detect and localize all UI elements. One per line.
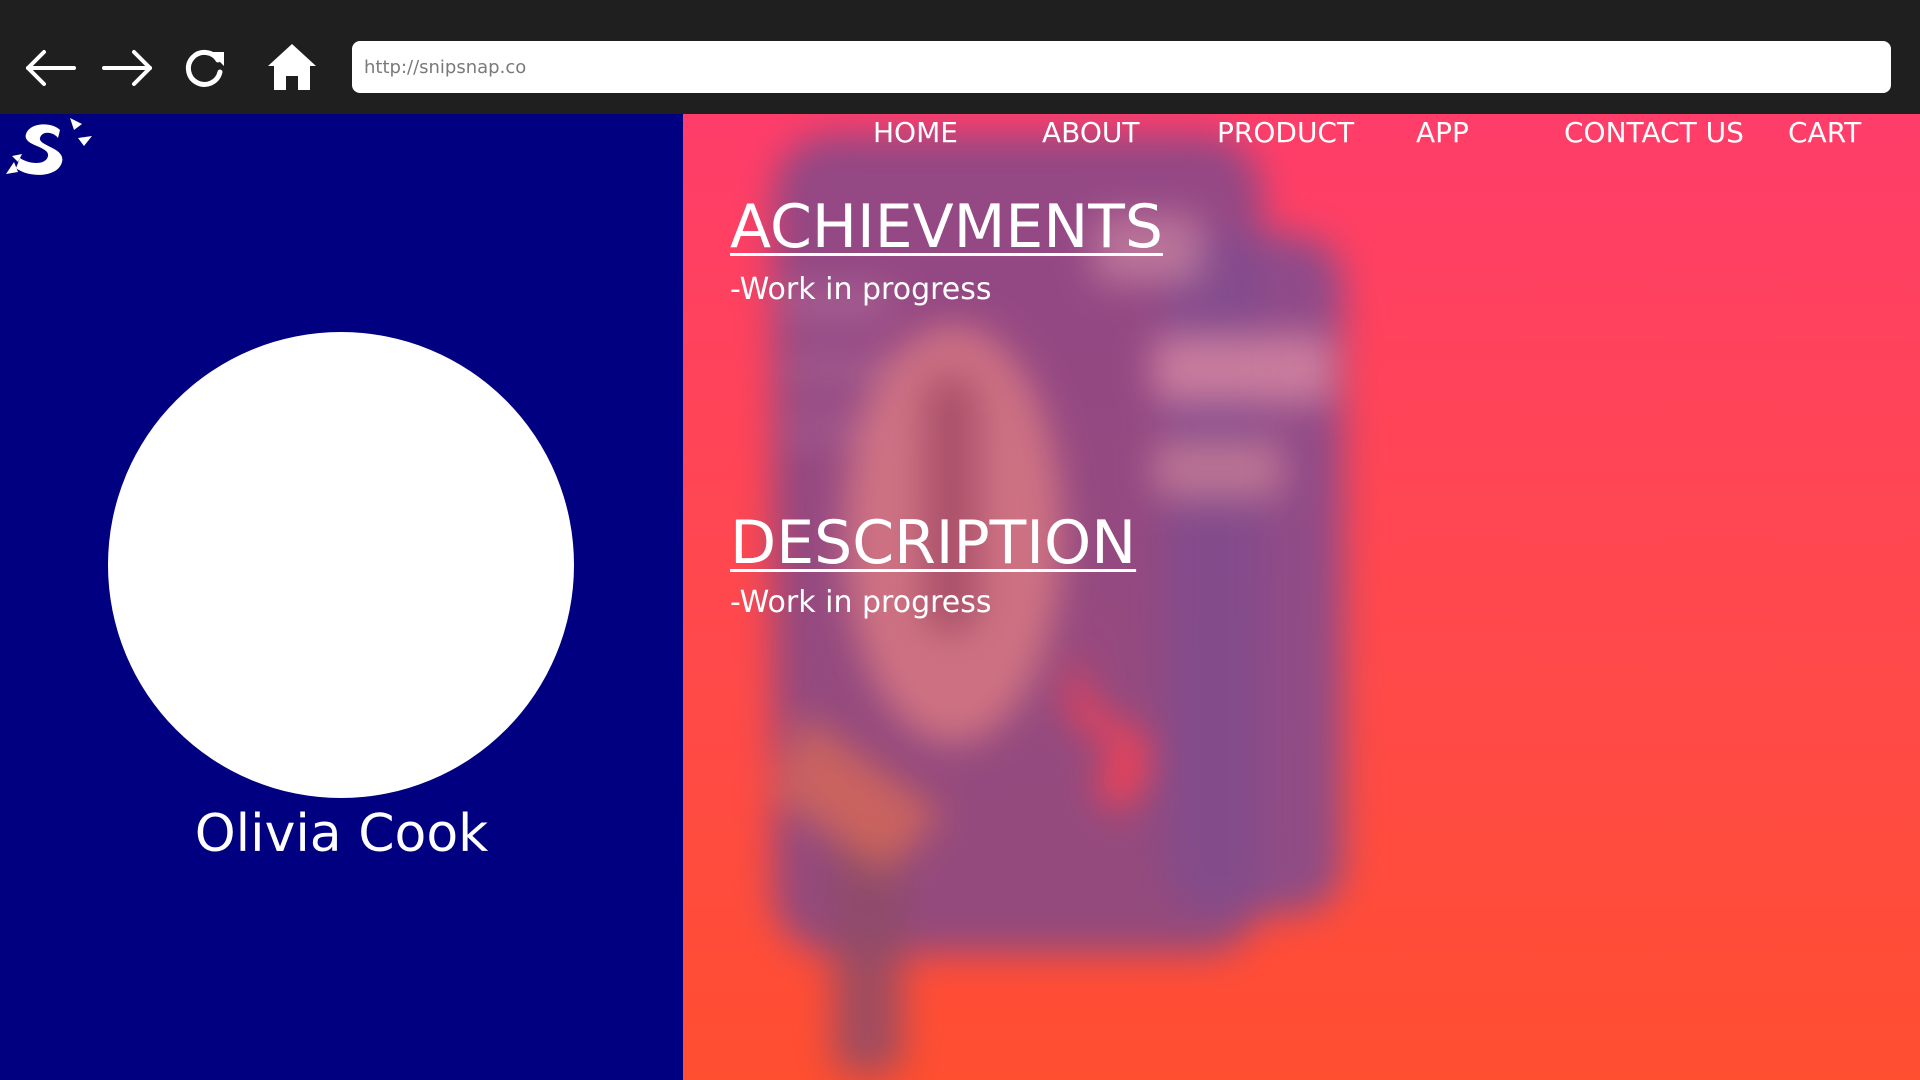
description-heading: DESCRIPTION (730, 508, 1137, 578)
reload-icon (185, 49, 224, 87)
reload-button[interactable] (172, 36, 236, 100)
avatar (108, 332, 574, 798)
back-button[interactable] (18, 36, 82, 100)
nav-home[interactable]: HOME (873, 116, 958, 149)
nav-product[interactable]: PRODUCT (1217, 116, 1354, 149)
nav-contact-us[interactable]: CONTACT US (1564, 116, 1744, 149)
profile-panel: Olivia Cook (0, 114, 683, 1080)
address-bar[interactable] (352, 41, 1891, 93)
achievements-body: -Work in progress (730, 272, 992, 307)
forward-button[interactable] (96, 36, 160, 100)
browser-toolbar (0, 0, 1920, 114)
snipsnap-logo[interactable] (4, 116, 92, 182)
description-body: -Work in progress (730, 585, 992, 620)
web-page: Olivia Cook HOME ABOUT PRODUCT APP CONTA… (0, 114, 1920, 1080)
achievements-heading: ACHIEVMENTS (730, 192, 1163, 262)
home-icon (268, 44, 316, 90)
forward-arrow-icon (102, 50, 152, 86)
nav-cart[interactable]: CART (1788, 116, 1861, 149)
back-arrow-icon (26, 50, 76, 86)
home-button[interactable] (260, 36, 324, 100)
nav-app[interactable]: APP (1416, 116, 1469, 149)
nav-about[interactable]: ABOUT (1042, 116, 1140, 149)
profile-name: Olivia Cook (194, 804, 489, 864)
main-navigation: HOME ABOUT PRODUCT APP CONTACT US CART (683, 114, 1920, 156)
